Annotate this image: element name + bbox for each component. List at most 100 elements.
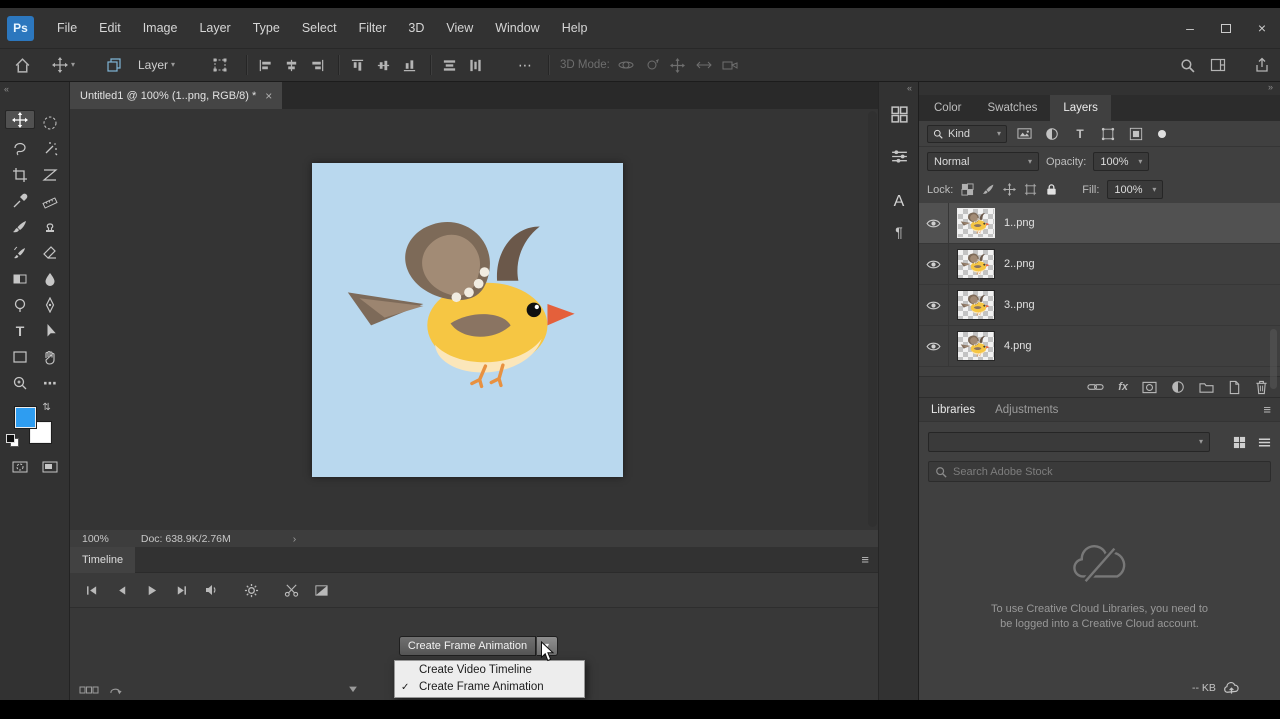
new-layer-icon[interactable]: [1228, 380, 1241, 395]
tool-preset-move[interactable]: ▾: [52, 49, 75, 81]
next-frame-button[interactable]: [166, 584, 196, 597]
tab-adjustments[interactable]: Adjustments: [995, 404, 1058, 416]
layer-style-fx-icon[interactable]: fx: [1118, 381, 1128, 393]
layer-thumbnail[interactable]: [957, 249, 995, 279]
first-frame-button[interactable]: [76, 584, 106, 597]
layer-row-1[interactable]: 1..png: [919, 203, 1280, 244]
close-document-icon[interactable]: ×: [265, 89, 272, 103]
lock-position-icon[interactable]: [1003, 183, 1016, 196]
screen-mode-button[interactable]: [35, 454, 65, 480]
3d-scale-icon[interactable]: [722, 49, 738, 81]
menu-item-create-video-timeline[interactable]: Create Video Timeline: [395, 662, 584, 679]
add-layer-mask-icon[interactable]: [1142, 381, 1157, 394]
menu-image[interactable]: Image: [132, 21, 189, 35]
layer-row-4[interactable]: 4.png: [919, 326, 1280, 367]
layers-scrollbar[interactable]: [1270, 329, 1277, 389]
elliptical-marquee-tool[interactable]: [35, 110, 65, 136]
minimize-button[interactable]: –: [1172, 8, 1208, 48]
filter-pixel-layers-icon[interactable]: [1013, 125, 1035, 143]
layer-name[interactable]: 1..png: [1004, 217, 1035, 229]
default-colors-icon[interactable]: [6, 434, 20, 448]
delete-layer-icon[interactable]: [1255, 380, 1268, 395]
quick-selection-tool[interactable]: [35, 136, 65, 162]
workspace-switcher-icon[interactable]: [1210, 49, 1226, 81]
restore-button[interactable]: [1208, 8, 1244, 48]
ruler-tool[interactable]: [35, 188, 65, 214]
opacity-dropdown[interactable]: 100% ▾: [1093, 152, 1150, 171]
previous-frame-button[interactable]: [106, 584, 136, 597]
share-export-icon[interactable]: [1254, 49, 1270, 81]
play-button[interactable]: [136, 584, 166, 597]
search-icon[interactable]: [1180, 49, 1195, 81]
menu-type[interactable]: Type: [242, 21, 291, 35]
3d-orbit-icon[interactable]: [618, 49, 634, 81]
character-panel-icon[interactable]: A: [889, 192, 909, 212]
edit-toolbar-ellipsis[interactable]: ⋯: [35, 370, 65, 396]
distribute-h-button[interactable]: [442, 49, 457, 81]
lock-pixels-icon[interactable]: [982, 183, 995, 196]
swap-colors-icon[interactable]: ⇄: [41, 402, 52, 410]
timeline-zoom-handle[interactable]: [347, 684, 359, 696]
zoom-tool[interactable]: [5, 370, 35, 396]
layer-visibility-toggle[interactable]: [919, 203, 949, 243]
filter-shape-layers-icon[interactable]: [1097, 125, 1119, 143]
crop-tool[interactable]: [5, 162, 35, 188]
menu-view[interactable]: View: [435, 21, 484, 35]
layer-filter-toggle[interactable]: [1158, 129, 1166, 138]
history-brush-tool[interactable]: [5, 240, 35, 266]
libraries-menu-icon[interactable]: ≡: [1263, 402, 1271, 417]
lasso-tool[interactable]: [5, 136, 35, 162]
perspective-crop-tool[interactable]: [35, 162, 65, 188]
auto-select-layer-dropdown[interactable]: Layer ▾: [138, 49, 175, 81]
brush-tool[interactable]: [5, 214, 35, 240]
link-layers-icon[interactable]: [1087, 382, 1104, 392]
status-options-arrow[interactable]: ›: [293, 533, 297, 545]
list-view-icon[interactable]: [1258, 436, 1271, 449]
menu-edit[interactable]: Edit: [88, 21, 132, 35]
histogram-panel-icon[interactable]: [889, 104, 909, 124]
tab-layers[interactable]: Layers: [1050, 95, 1111, 121]
timeline-tab[interactable]: Timeline: [70, 546, 136, 573]
lock-all-icon[interactable]: [1045, 183, 1058, 196]
tab-swatches[interactable]: Swatches: [974, 95, 1050, 121]
menu-item-create-frame-animation[interactable]: ✓ Create Frame Animation: [395, 679, 584, 696]
convert-timeline-icon[interactable]: [109, 684, 124, 696]
cloud-sync-icon[interactable]: [1223, 681, 1240, 695]
menu-help[interactable]: Help: [551, 21, 599, 35]
3d-drag-icon[interactable]: [670, 49, 685, 81]
canvas-document[interactable]: [312, 163, 623, 477]
layer-visibility-toggle[interactable]: [919, 285, 949, 325]
menu-select[interactable]: Select: [291, 21, 348, 35]
filter-kind-dropdown[interactable]: Kind ▾: [927, 124, 1007, 143]
align-middle-button[interactable]: [376, 49, 391, 81]
create-frame-animation-button[interactable]: Create Frame Animation: [399, 636, 536, 656]
collapse-dock-icon[interactable]: «: [907, 83, 912, 93]
path-selection-tool[interactable]: [35, 318, 65, 344]
new-adjustment-layer-icon[interactable]: [1171, 380, 1185, 394]
align-right-button[interactable]: [310, 49, 325, 81]
filter-type-layers-icon[interactable]: T: [1069, 125, 1091, 143]
layer-name[interactable]: 2..png: [1004, 258, 1035, 270]
canvas-scrollbar[interactable]: [868, 111, 877, 527]
layer-thumbnail[interactable]: [957, 331, 995, 361]
tab-libraries[interactable]: Libraries: [931, 404, 975, 416]
layer-visibility-toggle[interactable]: [919, 244, 949, 284]
library-search-input[interactable]: [953, 465, 1264, 478]
layer-visibility-toggle[interactable]: [919, 326, 949, 366]
3d-slide-icon[interactable]: [696, 49, 712, 81]
adjustments-panel-icon[interactable]: [889, 146, 909, 166]
transition-button[interactable]: [306, 583, 336, 598]
more-align-options-button[interactable]: ⋯: [518, 49, 532, 81]
align-bottom-button[interactable]: [402, 49, 417, 81]
grid-view-icon[interactable]: [1233, 436, 1246, 449]
foreground-color-swatch[interactable]: [14, 406, 37, 429]
filter-adjustment-layers-icon[interactable]: [1041, 125, 1063, 143]
library-search-box[interactable]: [928, 461, 1271, 482]
layer-name[interactable]: 4.png: [1004, 340, 1032, 352]
blend-mode-dropdown[interactable]: Normal ▾: [927, 152, 1039, 171]
move-tool[interactable]: [5, 110, 35, 129]
layer-name[interactable]: 3..png: [1004, 299, 1035, 311]
lock-artboard-icon[interactable]: [1024, 183, 1037, 196]
type-tool[interactable]: T: [5, 318, 35, 344]
eyedropper-tool[interactable]: [5, 188, 35, 214]
